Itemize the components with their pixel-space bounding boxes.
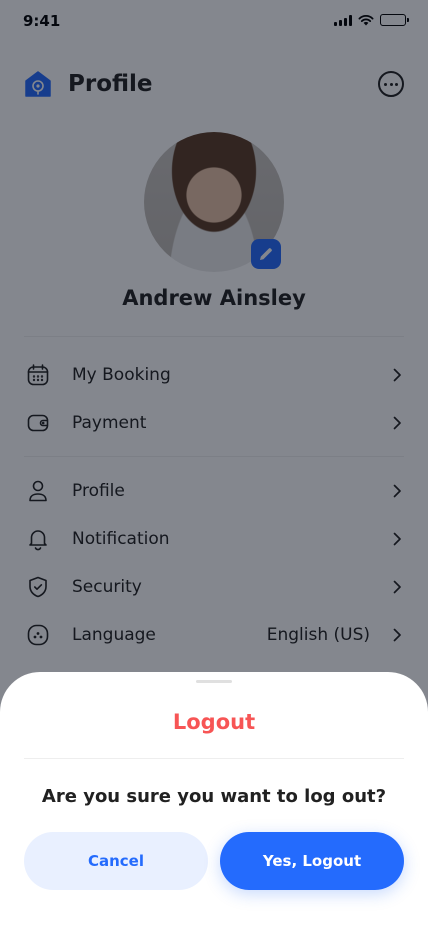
sheet-divider xyxy=(24,758,404,759)
logout-title: Logout xyxy=(172,710,256,734)
logout-message: Are you sure you want to log out? xyxy=(41,786,387,807)
profile-screen: 9:41 Profile xyxy=(0,0,428,926)
sheet-drag-handle[interactable] xyxy=(196,680,232,683)
cancel-button[interactable]: Cancel xyxy=(24,832,208,890)
logout-bottom-sheet: Logout Are you sure you want to log out?… xyxy=(0,672,428,926)
confirm-logout-button[interactable]: Yes, Logout xyxy=(220,832,404,890)
